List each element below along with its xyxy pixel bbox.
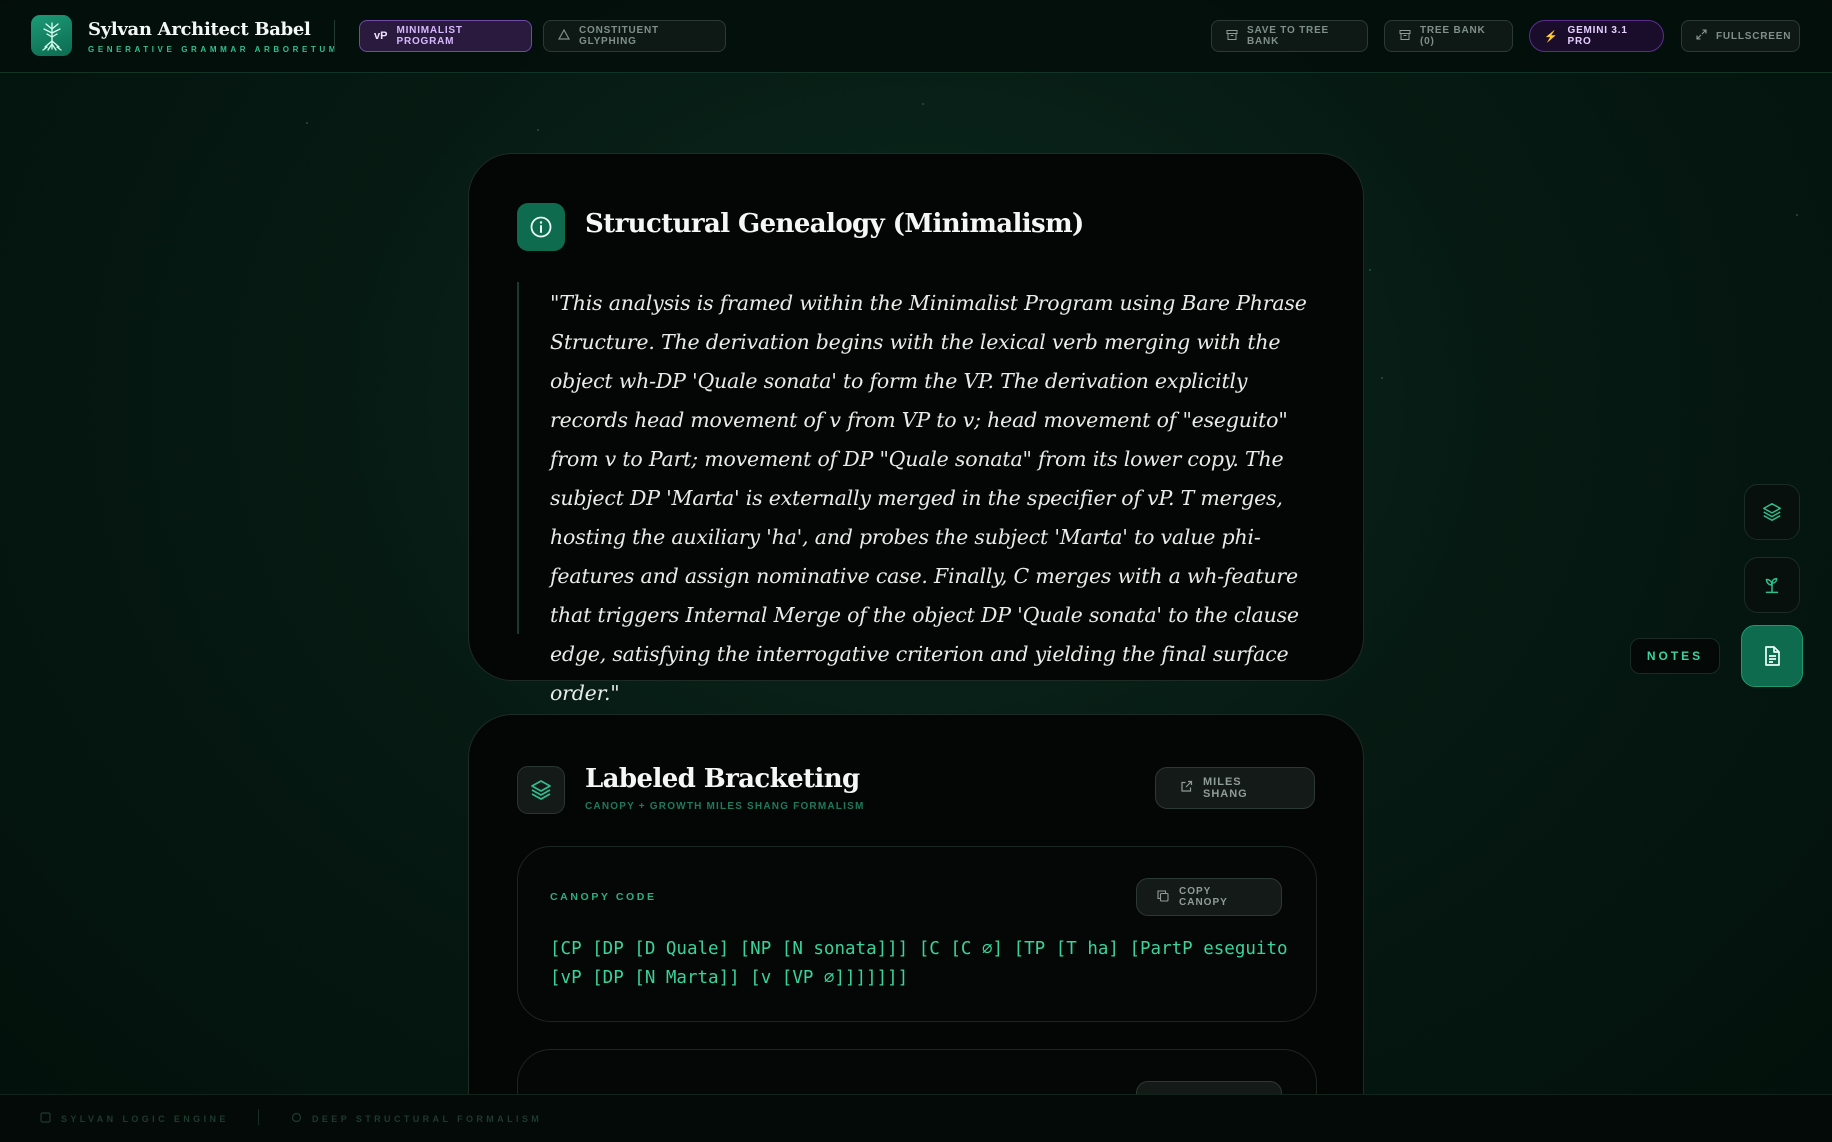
button-label: TREE BANK (0) (1420, 25, 1486, 47)
document-icon (1765, 646, 1780, 666)
canopy-code-label: CANOPY CODE (550, 891, 657, 903)
external-link-icon (1180, 780, 1193, 796)
rail-notes-button[interactable] (1741, 625, 1803, 687)
genealogy-card: Structural Genealogy (Minimalism) "This … (468, 153, 1364, 705)
sprout-icon (1765, 577, 1779, 594)
button-label: COPY CANOPY (1179, 886, 1228, 908)
tree-bank-button[interactable]: TREE BANK (0) (1384, 20, 1513, 52)
expand-icon (1696, 29, 1707, 43)
tab-constituent-glyphing[interactable]: CONSTITUENT GLYPHING (543, 20, 726, 52)
model-selector-button[interactable]: ⚡ GEMINI 3.1 PRO (1529, 20, 1664, 52)
save-to-tree-bank-button[interactable]: SAVE TO TREE BANK (1211, 20, 1368, 52)
button-label: GEMINI 3.1 PRO (1567, 25, 1628, 47)
footer-engine: SYLVAN LOGIC ENGINE (40, 1112, 229, 1125)
footer-divider (258, 1109, 259, 1125)
lightning-icon: ⚡ (1544, 30, 1559, 43)
archive-icon (1226, 29, 1238, 44)
triangle-icon (557, 28, 571, 43)
genealogy-title: Structural Genealogy (Minimalism) (585, 209, 1084, 239)
bracketing-title: Labeled Bracketing (585, 764, 860, 794)
bracketing-subtitle: CANOPY + GROWTH MILES SHANG FORMALISM (585, 801, 865, 812)
button-label: MILES SHANG (1203, 776, 1248, 800)
rail-layers-button[interactable] (1744, 484, 1800, 540)
genealogy-text: "This analysis is framed within the Mini… (550, 291, 1307, 705)
top-header: Sylvan Architect Babel GENERATIVE GRAMMA… (0, 0, 1832, 73)
tab-label: CONSTITUENT GLYPHING (579, 25, 659, 47)
header-divider (334, 20, 335, 52)
bracketing-card: Labeled Bracketing CANOPY + GROWTH MILES… (468, 714, 1364, 1142)
circle-icon (291, 1112, 302, 1125)
notes-tooltip: NOTES (1630, 638, 1720, 674)
chip-icon (40, 1112, 51, 1125)
app-title: Sylvan Architect Babel (88, 19, 311, 40)
button-label: FULLSCREEN (1716, 30, 1792, 42)
canopy-code-panel: CANOPY CODE COPY CANOPY [CP [DP [D Quale… (517, 846, 1317, 1022)
tree-logo-icon (31, 15, 72, 56)
info-icon (517, 203, 565, 251)
copy-icon (1157, 889, 1169, 905)
tab-label: MINIMALIST PROGRAM (396, 25, 463, 47)
quote-bar (517, 282, 519, 634)
footer-formalism: DEEP STRUCTURAL FORMALISM (291, 1112, 542, 1125)
vp-badge: vP (374, 30, 388, 42)
miles-shang-button[interactable]: MILES SHANG (1155, 767, 1315, 809)
button-label: SAVE TO TREE BANK (1247, 25, 1330, 47)
rail-sprout-button[interactable] (1744, 557, 1800, 613)
footer-engine-label: SYLVAN LOGIC ENGINE (61, 1113, 229, 1124)
copy-canopy-button[interactable]: COPY CANOPY (1136, 878, 1282, 916)
fullscreen-button[interactable]: FULLSCREEN (1681, 20, 1800, 52)
archive-icon (1399, 29, 1411, 44)
layers-icon (1763, 503, 1781, 521)
status-footer: SYLVAN LOGIC ENGINE DEEP STRUCTURAL FORM… (0, 1094, 1832, 1142)
layers-icon (517, 766, 565, 814)
footer-formalism-label: DEEP STRUCTURAL FORMALISM (312, 1113, 543, 1124)
canopy-code[interactable]: [CP [DP [D Quale] [NP [N sonata]]] [C [C… (550, 935, 1290, 993)
tab-minimalist-program[interactable]: vP MINIMALIST PROGRAM (359, 20, 532, 52)
app-subtitle: GENERATIVE GRAMMAR ARBORETUM (88, 45, 340, 54)
